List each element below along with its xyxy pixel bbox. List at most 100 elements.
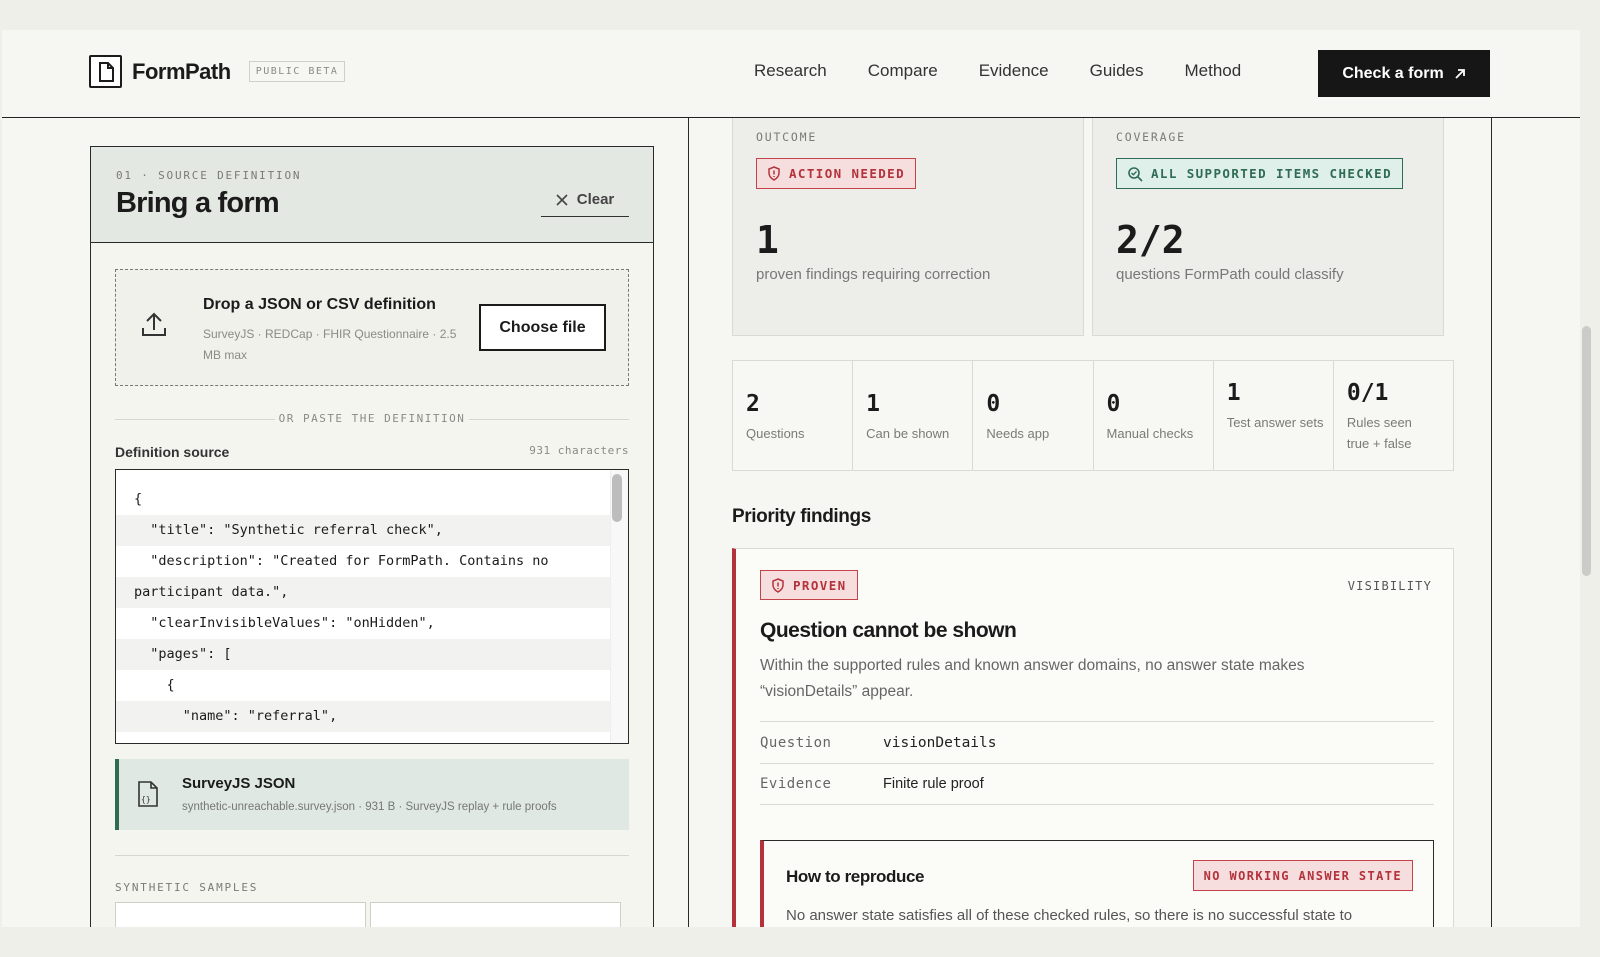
sample-unreachable-follow-up[interactable]: Unreachable follow-up <box>115 902 366 927</box>
step-label: 01 · SOURCE DEFINITION <box>116 169 302 182</box>
question-key: Question <box>760 734 832 751</box>
metric-label: Questions <box>746 426 805 441</box>
question-value: visionDetails <box>883 734 997 751</box>
evidence-key: Evidence <box>760 776 832 792</box>
metric-needs-app: 0 Needs app <box>973 361 1094 470</box>
reproduce-title: How to reproduce <box>786 867 925 886</box>
code-line: participant data.", <box>116 577 612 608</box>
dropzone-title: Drop a JSON or CSV definition <box>203 296 436 313</box>
shield-alert-icon <box>772 577 784 593</box>
beta-badge: PUBLIC BETA <box>248 61 346 82</box>
metrics-strip: 2 Questions 1 Can be shown 0 Needs app 0… <box>732 360 1454 471</box>
action-needed-badge: ACTION NEEDED <box>756 158 917 189</box>
samples-label: SYNTHETIC SAMPLES <box>115 881 259 894</box>
metric-value: 0 <box>986 391 1001 417</box>
source-panel-header: 01 · SOURCE DEFINITION Bring a form Clea… <box>91 147 653 243</box>
metric-label: Test answer sets <box>1226 415 1324 430</box>
question-row: Question visionDetails <box>760 721 1434 763</box>
code-lines: { "title": "Synthetic referral check", "… <box>116 484 628 732</box>
code-padding <box>116 470 628 484</box>
outcome-value: 1 <box>756 218 779 262</box>
nav-research[interactable]: Research <box>754 61 827 81</box>
metric-label: Rules seen true + false <box>1346 415 1412 451</box>
metric-label: Can be shown <box>866 426 950 441</box>
code-line: "description": "Created for FormPath. Co… <box>134 553 549 569</box>
metric-value: 1 <box>1226 380 1241 406</box>
json-file-icon: {} <box>138 781 158 807</box>
divider <box>115 855 629 856</box>
coverage-description: questions FormPath could classify <box>1116 266 1344 283</box>
svg-text:{}: {} <box>141 795 151 804</box>
reproduce-panel: How to reproduce NO WORKING ANSWER STATE… <box>760 840 1434 927</box>
definition-textarea[interactable]: { "title": "Synthetic referral check", "… <box>115 469 629 744</box>
panel-title: Bring a form <box>116 187 280 219</box>
check-form-button[interactable]: Check a form <box>1318 50 1490 97</box>
metric-test-answer-sets: 1 Test answer sets <box>1214 361 1334 470</box>
nav-guides[interactable]: Guides <box>1090 61 1144 81</box>
or-paste-label: OR PASTE THE DEFINITION <box>278 412 466 425</box>
code-line: "clearInvisibleValues": "onHidden", <box>134 615 435 631</box>
metric-questions: 2 Questions <box>733 361 854 470</box>
reproduce-text: No answer state satisfies all of these c… <box>786 907 1353 924</box>
close-icon <box>556 193 568 206</box>
main-nav: Research Compare Evidence Guides Method <box>754 61 1241 81</box>
top-bar: FormPath PUBLIC BETA Research Compare Ev… <box>2 30 1580 118</box>
coverage-value: 2/2 <box>1116 218 1185 262</box>
or-paste-divider: OR PASTE THE DEFINITION <box>115 412 629 426</box>
proven-text: PROVEN <box>793 577 847 593</box>
no-working-state-badge: NO WORKING ANSWER STATE <box>1192 860 1413 891</box>
brand-name: FormPath <box>132 58 231 84</box>
metric-value: 0 <box>1106 391 1121 417</box>
search-check-icon <box>1128 166 1143 182</box>
evidence-value: Finite rule proof <box>883 776 984 792</box>
evidence-row: Evidence Finite rule proof <box>760 763 1434 805</box>
document-icon <box>89 55 122 88</box>
definition-label: Definition source <box>115 444 230 460</box>
code-scrollbar-thumb[interactable] <box>612 474 622 522</box>
shield-alert-icon <box>768 166 780 181</box>
file-dropzone[interactable]: Drop a JSON or CSV definition SurveyJS ·… <box>115 269 629 386</box>
action-needed-text: ACTION NEEDED <box>789 166 906 181</box>
check-form-label: Check a form <box>1342 64 1444 82</box>
code-line: "title": "Synthetic referral check", <box>116 515 612 546</box>
metric-can-be-shown: 1 Can be shown <box>853 361 974 470</box>
coverage-label: COVERAGE <box>1116 130 1186 144</box>
metric-label: Needs app <box>986 426 1050 441</box>
nav-evidence[interactable]: Evidence <box>979 61 1049 81</box>
metric-value: 0/1 <box>1346 380 1389 406</box>
brand[interactable]: FormPath PUBLIC BETA <box>89 55 346 88</box>
upload-icon <box>142 312 166 336</box>
metric-value: 1 <box>866 391 881 417</box>
clear-label: Clear <box>576 191 615 208</box>
finding-category: VISIBILITY <box>1347 579 1432 593</box>
metric-value: 2 <box>746 391 760 417</box>
metric-label: Manual checks <box>1106 426 1194 441</box>
dropzone-subtitle: SurveyJS · REDCap · FHIR Questionnaire ·… <box>203 327 457 362</box>
nav-method[interactable]: Method <box>1185 61 1242 81</box>
outcome-description: proven findings requiring correction <box>756 266 991 283</box>
sample-reachable-flow[interactable]: Reachable flow <box>370 902 621 927</box>
code-line: { <box>134 491 143 507</box>
choose-file-button[interactable]: Choose file <box>479 304 606 351</box>
arrow-up-right-icon <box>1455 68 1465 79</box>
code-line: { <box>134 677 175 693</box>
finding-card: PROVEN VISIBILITY Question cannot be sho… <box>732 548 1454 927</box>
finding-body: Within the supported rules and known ans… <box>760 657 1305 700</box>
app-frame: FormPath PUBLIC BETA Research Compare Ev… <box>2 30 1580 927</box>
loaded-file-card: {} SurveyJS JSON synthetic-unreachable.s… <box>115 759 629 830</box>
all-checked-badge: ALL SUPPORTED ITEMS CHECKED <box>1116 158 1403 189</box>
file-details: synthetic-unreachable.survey.json · 931 … <box>182 801 557 813</box>
code-line: "name": "referral", <box>116 701 612 732</box>
clear-button[interactable]: Clear <box>541 183 629 217</box>
code-line: "pages": [ <box>116 639 612 670</box>
character-count: 931 characters <box>529 444 629 457</box>
all-checked-text: ALL SUPPORTED ITEMS CHECKED <box>1151 166 1392 181</box>
results-panel: OUTCOME ACTION NEEDED 1 proven findings … <box>688 118 1492 927</box>
outcome-label: OUTCOME <box>756 130 818 144</box>
page-scrollbar[interactable] <box>1582 326 1591 576</box>
finding-title: Question cannot be shown <box>760 619 1017 642</box>
source-panel: 01 · SOURCE DEFINITION Bring a form Clea… <box>90 146 654 927</box>
nav-compare[interactable]: Compare <box>868 61 938 81</box>
priority-findings-title: Priority findings <box>732 506 871 527</box>
outcome-card: OUTCOME ACTION NEEDED 1 proven findings … <box>732 118 1084 336</box>
